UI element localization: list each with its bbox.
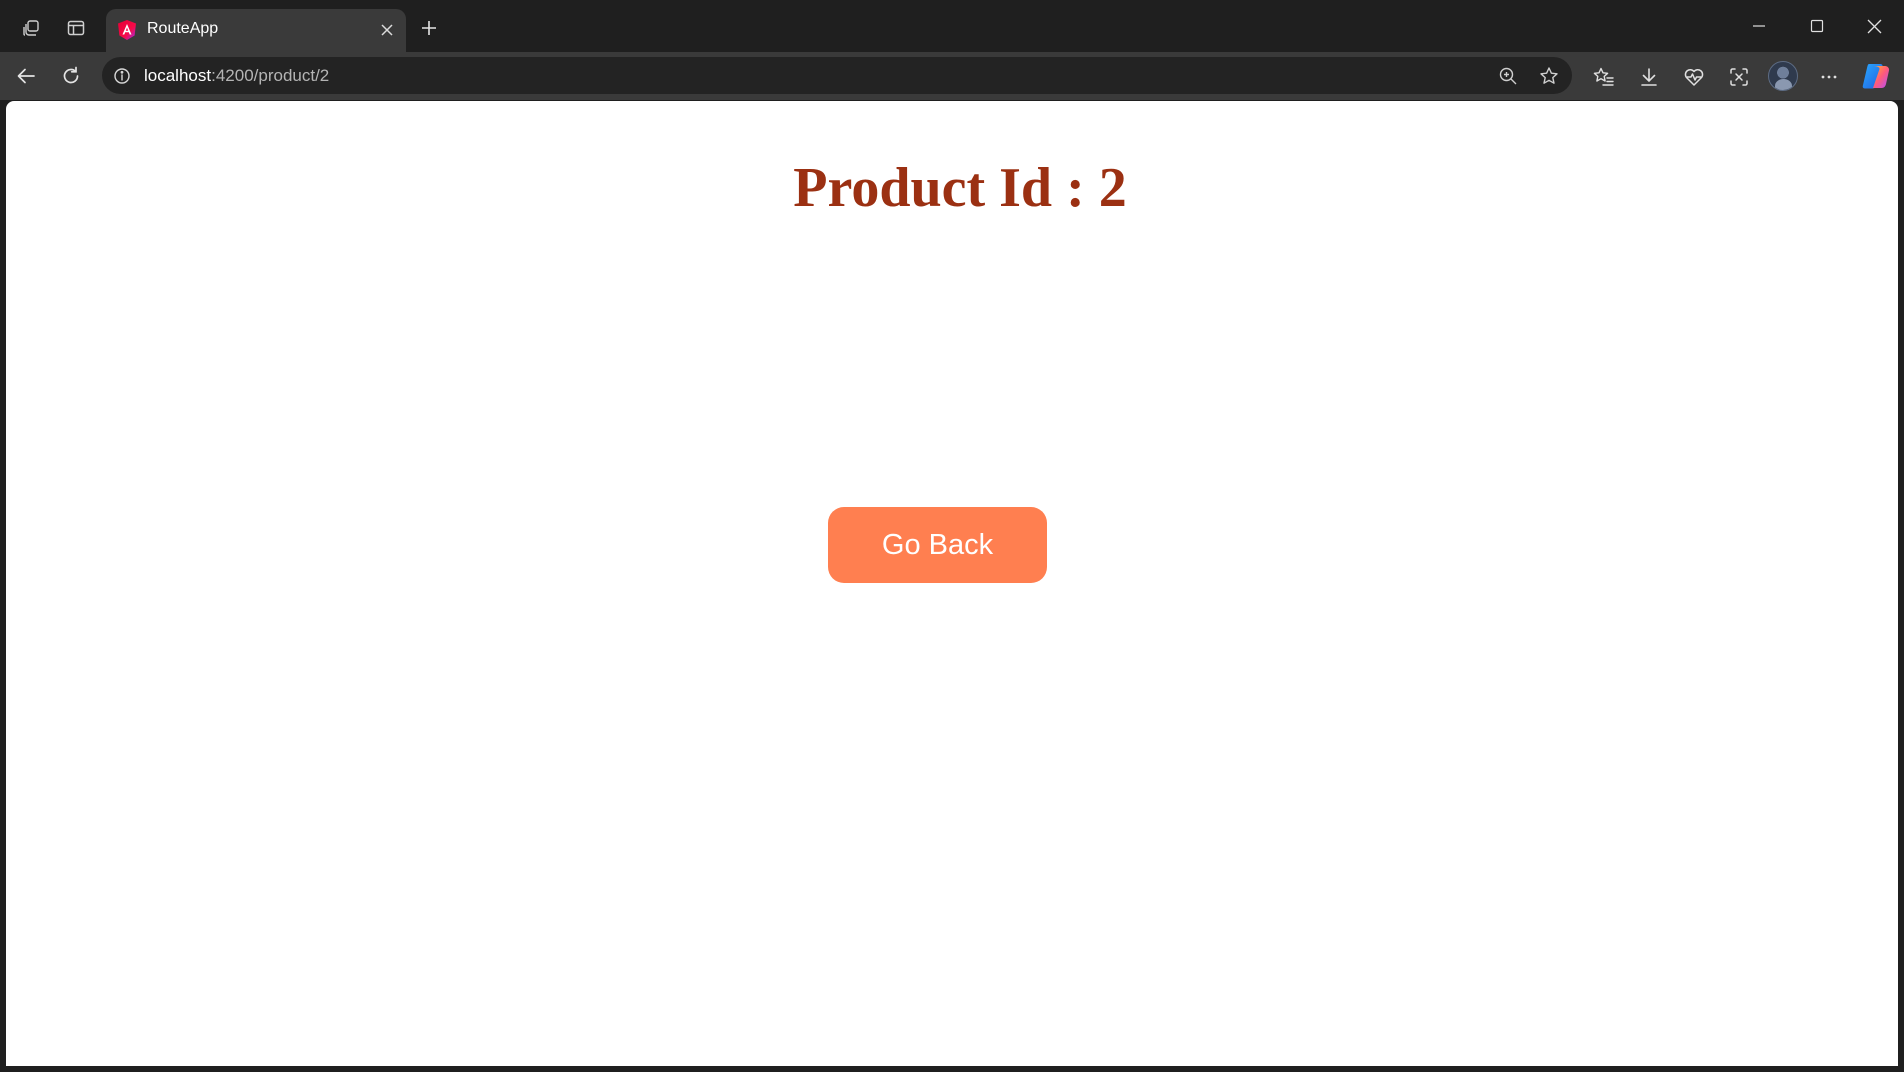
- angular-icon: [118, 20, 136, 40]
- download-icon[interactable]: [1629, 57, 1669, 97]
- heartbeat-icon[interactable]: [1674, 57, 1714, 97]
- minimize-icon[interactable]: [1736, 6, 1782, 46]
- maximize-icon[interactable]: [1794, 6, 1840, 46]
- url-path: :4200/product/2: [211, 66, 330, 85]
- address-bar[interactable]: localhost:4200/product/2: [102, 57, 1572, 94]
- close-window-icon[interactable]: [1851, 6, 1897, 46]
- close-tab-icon[interactable]: [374, 17, 400, 43]
- copilot-icon[interactable]: [1860, 61, 1892, 91]
- star-icon[interactable]: [1533, 60, 1565, 92]
- new-tab-plus-icon[interactable]: [409, 8, 449, 48]
- back-arrow-icon[interactable]: [6, 56, 46, 96]
- refresh-icon[interactable]: [51, 56, 91, 96]
- url-host: localhost: [144, 66, 212, 85]
- vertical-tabs-icon[interactable]: [56, 8, 96, 48]
- page-title: Product Id : 2: [793, 157, 1127, 219]
- favorites-icon[interactable]: [1584, 57, 1624, 97]
- browser-toolbar: localhost:4200/product/2: [0, 52, 1904, 100]
- more-icon[interactable]: [1809, 57, 1849, 97]
- url-text[interactable]: localhost:4200/product/2: [144, 66, 329, 86]
- tab-routeapp[interactable]: RouteApp: [106, 9, 406, 52]
- tab-bar: RouteApp: [0, 0, 1904, 52]
- browser-window: RouteApp localhost:4200/product/2 Produc…: [0, 0, 1904, 1072]
- profile-avatar[interactable]: [1768, 61, 1798, 91]
- workspaces-icon[interactable]: [11, 8, 51, 48]
- page-viewport: Product Id : 2 Go Back: [6, 101, 1898, 1066]
- screenshot-icon[interactable]: [1719, 57, 1759, 97]
- info-icon[interactable]: [110, 64, 134, 88]
- tab-title: RouteApp: [147, 20, 219, 37]
- zoom-icon[interactable]: [1492, 60, 1524, 92]
- go-back-button[interactable]: Go Back: [828, 507, 1047, 583]
